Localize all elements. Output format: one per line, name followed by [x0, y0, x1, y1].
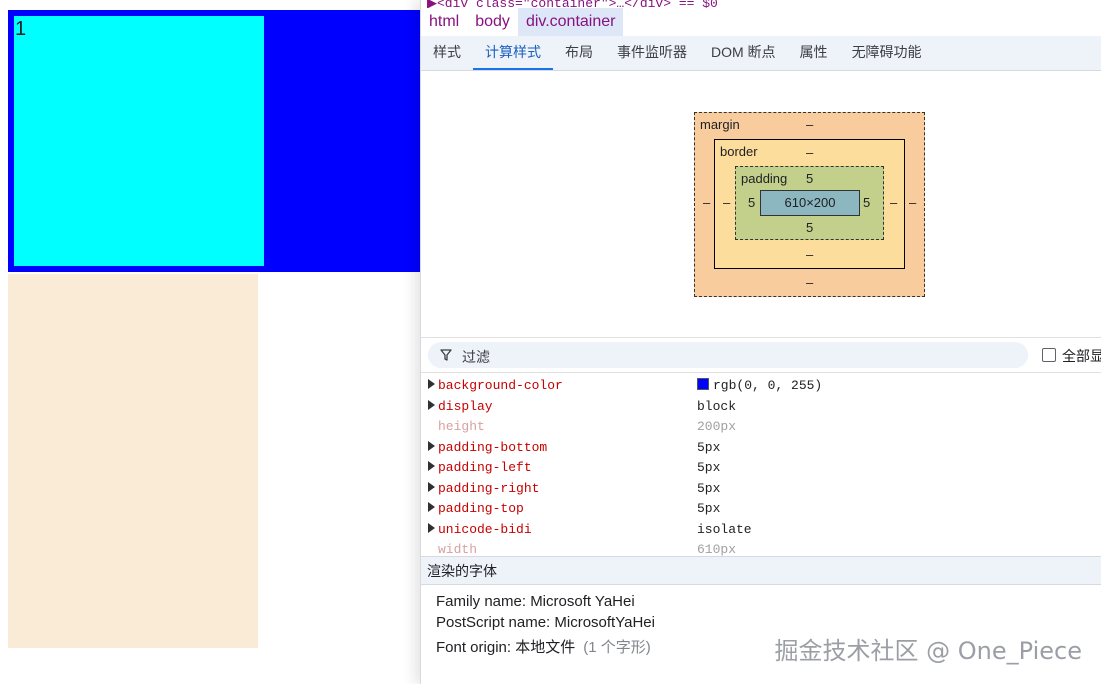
tab-styles[interactable]: 样式	[421, 36, 473, 70]
filter-icon	[440, 349, 452, 361]
box-model-margin[interactable]: margin – – – – border – – – – padding 5 …	[694, 112, 925, 297]
font-glyph-count: (1 个字形)	[583, 639, 651, 656]
tab-event-listeners[interactable]: 事件监听器	[605, 36, 699, 70]
box-model-diagram: margin – – – – border – – – – padding 5 …	[421, 71, 1101, 337]
property-value: 610px	[697, 542, 736, 557]
breadcrumb-html[interactable]: html	[421, 8, 467, 36]
tab-computed[interactable]: 计算样式	[473, 36, 553, 70]
filter-placeholder: 过滤	[462, 349, 490, 365]
font-origin-text: Font origin: 本地文件	[436, 639, 576, 656]
border-bottom-value[interactable]: –	[806, 247, 813, 262]
margin-top-value[interactable]: –	[806, 117, 813, 132]
border-top-value[interactable]: –	[806, 145, 813, 160]
computed-properties-list: background-color rgb(0, 0, 255) display blo…	[421, 372, 1101, 557]
tab-accessibility[interactable]: 无障碍功能	[840, 36, 934, 70]
margin-right-value[interactable]: –	[909, 195, 916, 210]
property-value: 5px	[697, 460, 720, 475]
property-value: isolate	[697, 522, 752, 537]
computed-property-row[interactable]: height 200px	[421, 417, 1101, 437]
property-name: height	[438, 419, 485, 434]
property-value-text: isolate	[697, 521, 752, 537]
property-value: 5px	[697, 501, 720, 516]
property-name: width	[438, 542, 478, 557]
computed-property-row[interactable]: padding-right 5px	[421, 479, 1101, 499]
property-value-text: 200px	[697, 419, 737, 434]
expand-arrow-icon[interactable]	[428, 522, 435, 533]
padding-label: padding	[741, 171, 788, 186]
devtools-tabs: 样式 计算样式 布局 事件监听器 DOM 断点 属性 无障碍功能	[421, 36, 1101, 71]
property-value: 200px	[697, 419, 736, 434]
property-value: rgb(0, 0, 255)	[697, 378, 822, 393]
devtools-panel: ▶<div class="container">…</div> == $0 ht…	[420, 0, 1101, 684]
expand-arrow-icon[interactable]	[428, 379, 435, 389]
padding-top-value[interactable]: 5	[806, 171, 813, 186]
computed-property-row[interactable]: background-color rgb(0, 0, 255)	[421, 376, 1101, 396]
margin-label: margin	[700, 117, 740, 132]
property-name: padding-bottom	[438, 439, 548, 455]
expand-arrow-icon[interactable]	[428, 440, 435, 451]
property-name: unicode-bidi	[438, 521, 532, 537]
property-value-text: 5px	[697, 460, 721, 475]
property-value-text: 5px	[697, 480, 721, 496]
property-value: block	[697, 399, 736, 414]
margin-bottom-value[interactable]: –	[806, 275, 813, 290]
expand-arrow-icon[interactable]	[428, 461, 435, 471]
font-postscript-name: PostScript name: MicrosoftYaHei	[436, 614, 655, 631]
color-swatch-icon[interactable]	[697, 378, 709, 390]
child-box[interactable]: 1	[14, 16, 264, 266]
computed-property-row[interactable]: padding-left 5px	[421, 458, 1101, 478]
padding-right-value[interactable]: 5	[863, 195, 870, 210]
property-value-text: 5px	[697, 439, 721, 455]
sibling-box[interactable]	[8, 274, 258, 648]
property-value-text: 5px	[697, 501, 721, 516]
box-model-content-size[interactable]: 610×200	[760, 190, 860, 216]
property-value-text: block	[697, 398, 737, 414]
computed-property-row[interactable]: unicode-bidi isolate	[421, 520, 1101, 540]
property-value: 5px	[697, 481, 720, 496]
font-family-name: Family name: Microsoft YaHei	[436, 593, 635, 610]
property-value-text: 610px	[697, 542, 737, 557]
border-right-value[interactable]: –	[890, 195, 897, 210]
expand-arrow-icon[interactable]	[428, 399, 435, 410]
filter-bar: 过滤 全部显示	[421, 337, 1101, 372]
expand-arrow-icon[interactable]	[428, 481, 435, 492]
show-all-checkbox[interactable]	[1042, 348, 1056, 362]
property-name: padding-top	[438, 501, 524, 516]
property-name: padding-left	[438, 460, 532, 475]
box-model-padding[interactable]: padding 5 5 5 5 610×200	[735, 166, 884, 240]
watermark: 掘金技术社区 @ One_Piece	[774, 637, 1082, 665]
property-name: background-color	[438, 378, 563, 393]
page-preview: 1	[0, 0, 428, 684]
property-name: display	[438, 398, 493, 414]
tab-layout[interactable]: 布局	[553, 36, 605, 70]
property-name: padding-right	[438, 480, 540, 496]
tab-properties[interactable]: 属性	[788, 36, 840, 70]
margin-left-value[interactable]: –	[703, 195, 710, 210]
box-model-border[interactable]: border – – – – padding 5 5 5 5 610×200	[714, 139, 905, 269]
border-label: border	[720, 144, 758, 159]
padding-left-value[interactable]: 5	[748, 195, 755, 210]
computed-property-row[interactable]: padding-bottom 5px	[421, 438, 1101, 458]
rendered-fonts-header[interactable]: 渲染的字体	[421, 556, 1101, 585]
computed-property-row[interactable]: padding-top 5px	[421, 499, 1101, 519]
child-box-number: 1	[15, 18, 27, 40]
breadcrumb-div-container[interactable]: div.container	[517, 8, 624, 36]
padding-bottom-value[interactable]: 5	[806, 220, 813, 235]
breadcrumb: html body div.container	[421, 8, 1101, 36]
tab-dom-breakpoints[interactable]: DOM 断点	[699, 36, 788, 70]
computed-property-row[interactable]: display block	[421, 397, 1101, 417]
property-value: 5px	[697, 440, 720, 455]
font-origin: Font origin: 本地文件 (1 个字形)	[436, 636, 651, 657]
expand-arrow-icon[interactable]	[428, 502, 435, 512]
filter-input[interactable]: 过滤	[428, 342, 1028, 368]
border-left-value[interactable]: –	[723, 195, 730, 210]
property-value-text: rgb(0, 0, 255)	[713, 378, 823, 393]
dom-code-snippet[interactable]: ▶<div class="container">…</div> == $0	[421, 0, 1101, 8]
breadcrumb-body[interactable]: body	[467, 8, 518, 36]
show-all-label[interactable]: 全部显示	[1062, 346, 1101, 366]
